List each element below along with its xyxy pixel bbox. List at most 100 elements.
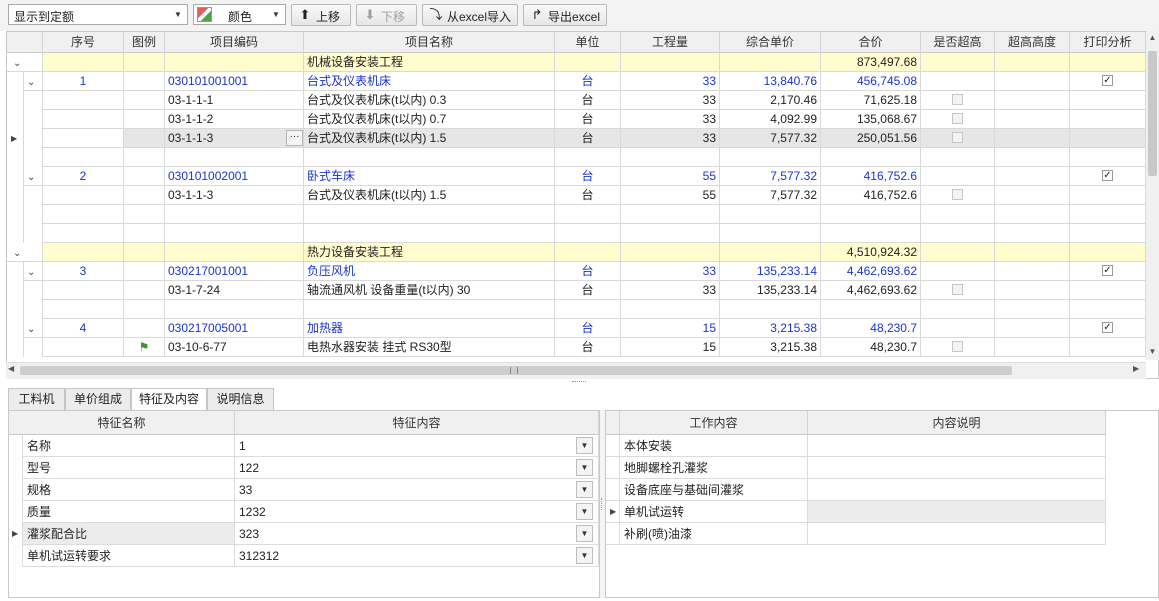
work-row[interactable]: ▶ 单机试运转 — [606, 501, 1106, 523]
qty-cell[interactable]: 15 — [621, 319, 720, 338]
work-desc-cell[interactable] — [808, 435, 1106, 457]
row-expander[interactable]: ⌄ — [24, 72, 43, 91]
col-price-header[interactable]: 综合单价 — [720, 32, 821, 53]
col-print-header[interactable]: 打印分析 — [1070, 32, 1146, 53]
unit-cell[interactable]: 台 — [555, 281, 621, 300]
norm-row[interactable]: ⚑ 03-10-6-77 电热水器安装 挂式 RS30型台 15 3,215.38 48,… — [7, 338, 1146, 357]
over-height-cell[interactable] — [921, 281, 995, 300]
name-cell[interactable]: 轴流通风机 设备重量(t以内) 30 — [304, 281, 555, 300]
norm-row[interactable]: 03-1-1-2 台式及仪表机床(t以内) 0.7 台 33 4,092.99 135,0… — [7, 110, 1146, 129]
print-analysis-checkbox[interactable]: ✓ — [1102, 322, 1113, 334]
item-row[interactable]: ⌄ 3 030217001001 负压风机台 33 135,233.14 4,462,693… — [7, 262, 1146, 281]
feature-row[interactable]: 名称 1 ▼ — [9, 435, 599, 457]
feature-value-cell[interactable]: 1232 — [235, 501, 599, 523]
print-analysis-checkbox[interactable]: ✓ — [1102, 265, 1113, 277]
feature-row[interactable]: ▶ 灌浆配合比 323 ▼ — [9, 523, 599, 545]
name-cell[interactable]: 负压风机 — [304, 262, 555, 281]
print-cell[interactable] — [1070, 243, 1146, 262]
name-cell[interactable]: 台式及仪表机床(t以内) 1.5 — [304, 129, 555, 148]
tab-labor-material[interactable]: 工料机 — [8, 388, 65, 410]
height-cell[interactable] — [995, 72, 1070, 91]
work-desc-cell[interactable] — [808, 523, 1106, 545]
total-cell[interactable]: 48,230.7 — [821, 319, 921, 338]
print-cell[interactable]: ✓ — [1070, 167, 1146, 186]
over-height-checkbox[interactable] — [952, 94, 963, 106]
over-height-cell[interactable] — [921, 186, 995, 205]
height-cell[interactable] — [995, 186, 1070, 205]
item-row[interactable]: ⌄ 2 030101002001 卧式车床台 55 7,577.32 416,752.6 ✓ — [7, 167, 1146, 186]
move-down-button[interactable]: ⬇ 下移 — [356, 4, 417, 26]
scroll-thumb[interactable] — [1148, 51, 1157, 176]
total-cell[interactable]: 416,752.6 — [821, 186, 921, 205]
norm-row[interactable]: 03-1-1-3 台式及仪表机床(t以内) 1.5 台 55 7,577.32 416,7… — [7, 186, 1146, 205]
qty-cell[interactable]: 33 — [621, 129, 720, 148]
row-expander[interactable]: ⌄ — [24, 262, 43, 281]
feature-row[interactable]: 质量 1232 ▼ — [9, 501, 599, 523]
item-row[interactable]: ⌄ 1 030101001001 台式及仪表机床台 33 13,840.76 456,745… — [7, 72, 1146, 91]
norm-row[interactable]: 03-1-7-24 轴流通风机 设备重量(t以内) 30 台 33 135,233.14… — [7, 281, 1146, 300]
chevron-down-icon[interactable]: ⌄ — [27, 172, 35, 183]
row-expander[interactable]: ⌄ — [7, 243, 43, 262]
over-height-checkbox[interactable] — [952, 189, 963, 201]
feature-row[interactable]: 单机试运转要求 312312 ▼ — [9, 545, 599, 567]
feature-row[interactable]: 型号 122 ▼ — [9, 457, 599, 479]
over-height-cell[interactable] — [921, 243, 995, 262]
horizontal-scrollbar[interactable]: ◀ ▶ — [6, 362, 1146, 379]
chevron-down-icon[interactable]: ▼ — [576, 547, 593, 564]
over-height-cell[interactable] — [921, 262, 995, 281]
feature-value-cell[interactable]: 1 — [235, 435, 599, 457]
unit-cell[interactable]: 台 — [555, 338, 621, 357]
col-height-header[interactable]: 超高高度 — [995, 32, 1070, 53]
norm-row[interactable]: 03-1-1-1 台式及仪表机床(t以内) 0.3 台 33 2,170.46 71,62… — [7, 91, 1146, 110]
scroll-down-arrow-icon[interactable]: ▼ — [1146, 347, 1159, 359]
print-cell[interactable] — [1070, 281, 1146, 300]
code-cell[interactable]: 03-1-1-3 ··· — [165, 129, 304, 148]
over-height-cell[interactable] — [921, 129, 995, 148]
print-cell[interactable]: ✓ — [1070, 319, 1146, 338]
row-expander[interactable]: ⌄ — [7, 53, 43, 72]
work-desc-cell[interactable] — [808, 479, 1106, 501]
name-cell[interactable]: 电热水器安装 挂式 RS30型 — [304, 338, 555, 357]
bill-items-grid[interactable]: 序号 图例 项目编码 项目名称 单位 工程量 综合单价 合价 是否超高 超高高度 打印分析 ⌄ 机械设… — [6, 31, 1159, 379]
feature-value-cell[interactable]: 122 — [235, 457, 599, 479]
work-row[interactable]: 补刷(喷)油漆 — [606, 523, 1106, 545]
work-desc-cell[interactable] — [808, 501, 1106, 523]
price-cell[interactable]: 3,215.38 — [720, 338, 821, 357]
over-height-checkbox[interactable] — [952, 132, 963, 144]
print-analysis-checkbox[interactable]: ✓ — [1102, 170, 1113, 182]
print-cell[interactable] — [1070, 91, 1146, 110]
qty-cell[interactable]: 33 — [621, 110, 720, 129]
code-cell[interactable]: 03-10-6-77 — [165, 338, 304, 357]
over-height-checkbox[interactable] — [952, 113, 963, 125]
scroll-up-arrow-icon[interactable]: ▲ — [1146, 33, 1159, 45]
height-cell[interactable] — [995, 167, 1070, 186]
height-cell[interactable] — [995, 338, 1070, 357]
code-cell[interactable]: 030217001001 — [165, 262, 304, 281]
col-code-header[interactable]: 项目编码 — [165, 32, 304, 53]
name-cell[interactable]: 机械设备安装工程 — [304, 53, 555, 72]
height-cell[interactable] — [995, 262, 1070, 281]
row-expander[interactable]: ⌄ — [24, 319, 43, 338]
scroll-right-arrow-icon[interactable]: ▶ — [1133, 364, 1139, 373]
code-cell[interactable]: 030217005001 — [165, 319, 304, 338]
price-cell[interactable]: 2,170.46 — [720, 91, 821, 110]
chevron-down-icon[interactable]: ⌄ — [27, 324, 35, 335]
chevron-down-icon[interactable]: ⌄ — [13, 248, 21, 259]
price-cell[interactable]: 4,092.99 — [720, 110, 821, 129]
unit-cell[interactable]: 台 — [555, 186, 621, 205]
chevron-down-icon[interactable]: ▼ — [576, 437, 593, 454]
group-row[interactable]: ⌄ 机械设备安装工程 873,497.68 — [7, 53, 1146, 72]
qty-cell[interactable]: 33 — [621, 281, 720, 300]
height-cell[interactable] — [995, 91, 1070, 110]
qty-cell[interactable]: 33 — [621, 91, 720, 110]
move-up-button[interactable]: ⬆ 上移 — [291, 4, 351, 26]
price-cell[interactable]: 135,233.14 — [720, 262, 821, 281]
total-cell[interactable]: 71,625.18 — [821, 91, 921, 110]
scroll-thumb[interactable] — [20, 366, 1012, 375]
chevron-down-icon[interactable]: ▼ — [576, 481, 593, 498]
chevron-down-icon[interactable]: ⌄ — [27, 77, 35, 88]
total-cell[interactable]: 416,752.6 — [821, 167, 921, 186]
print-cell[interactable]: ✓ — [1070, 262, 1146, 281]
qty-cell[interactable]: 33 — [621, 262, 720, 281]
import-excel-button[interactable]: ⤵ 从excel导入 — [422, 4, 518, 26]
